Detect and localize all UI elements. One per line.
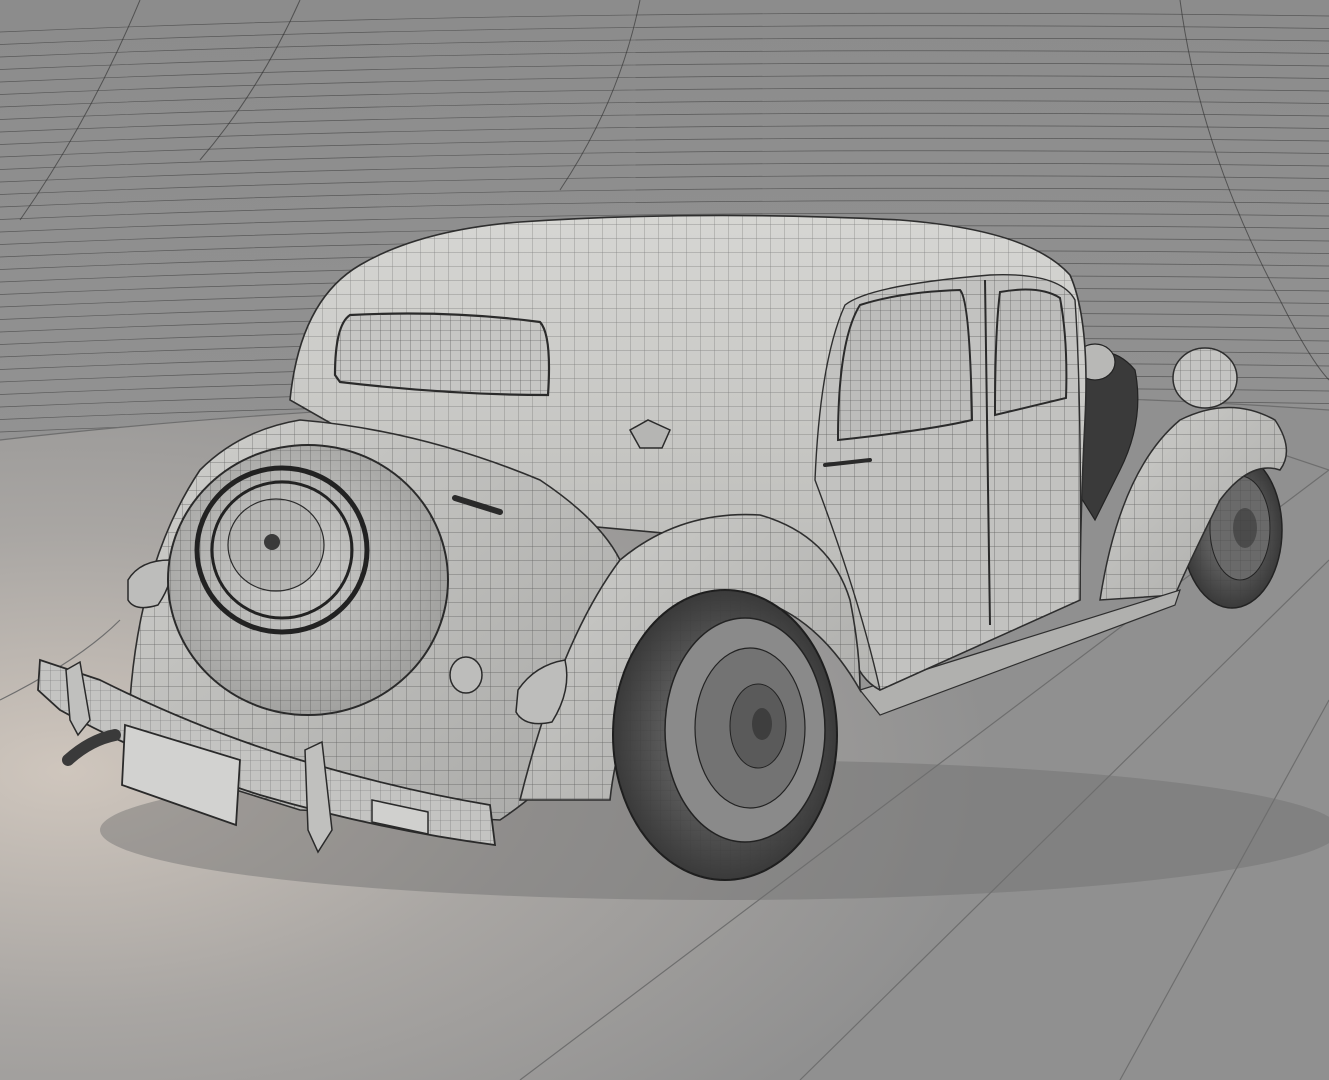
wireframe-render [0, 0, 1329, 1080]
rear-left-wheel [612, 589, 838, 881]
fuel-cap [449, 656, 483, 694]
spare-wheel [167, 444, 449, 716]
render-viewport [0, 0, 1329, 1080]
headlamp [1172, 347, 1238, 409]
